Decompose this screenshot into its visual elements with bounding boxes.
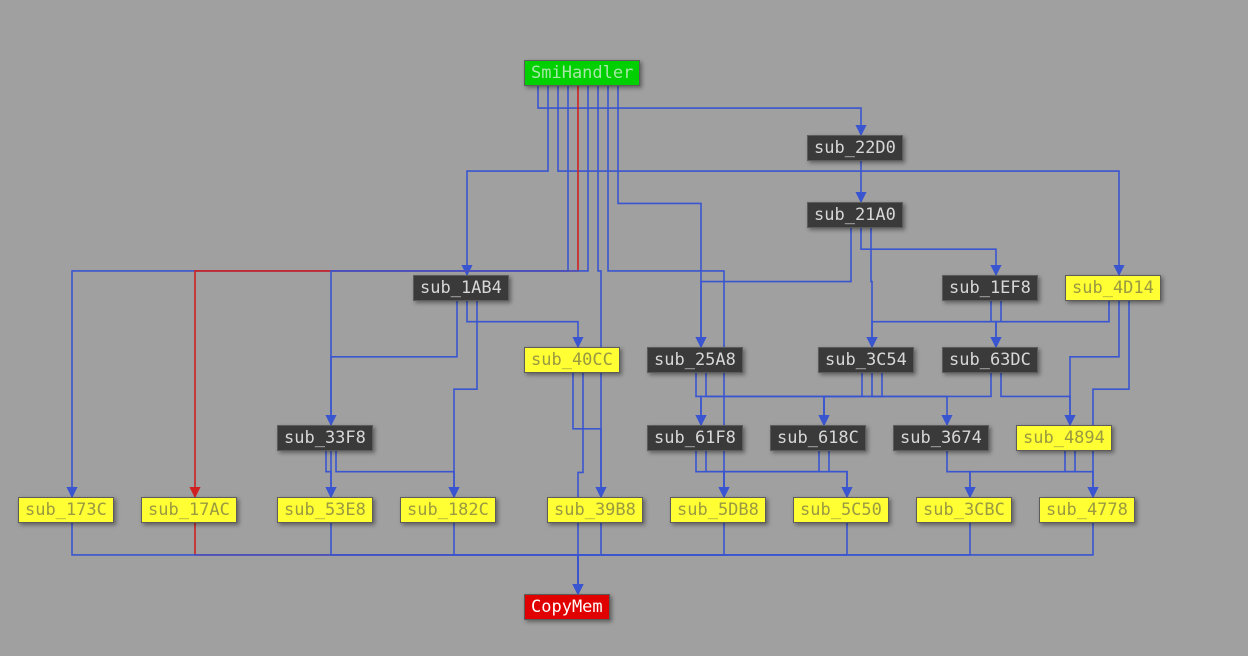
node-sub_3CBC[interactable]: sub_3CBC [916, 497, 1012, 523]
node-sub_4D14[interactable]: sub_4D14 [1065, 275, 1161, 301]
node-sub_21A0[interactable]: sub_21A0 [807, 202, 903, 228]
edge [872, 301, 1001, 347]
edge [467, 301, 578, 347]
node-sub_61F8[interactable]: sub_61F8 [647, 425, 743, 451]
node-CopyMem[interactable]: CopyMem [524, 594, 610, 620]
edge [336, 451, 454, 497]
node-SmiHandler[interactable]: SmiHandler [524, 60, 640, 86]
node-sub_3674[interactable]: sub_3674 [893, 425, 989, 451]
node-sub_173C[interactable]: sub_173C [18, 497, 114, 523]
node-sub_618C[interactable]: sub_618C [770, 425, 866, 451]
edge [829, 451, 847, 497]
edge [872, 373, 947, 425]
node-sub_40CC[interactable]: sub_40CC [524, 347, 620, 373]
edge [824, 373, 991, 425]
edge [947, 451, 970, 497]
node-sub_5C50[interactable]: sub_5C50 [793, 497, 889, 523]
edge [578, 523, 724, 594]
edge [72, 523, 578, 594]
edge [861, 228, 996, 275]
node-sub_4778[interactable]: sub_4778 [1039, 497, 1135, 523]
node-sub_1EF8[interactable]: sub_1EF8 [942, 275, 1038, 301]
node-sub_22D0[interactable]: sub_22D0 [807, 135, 903, 161]
edge [824, 373, 862, 425]
node-sub_17AC[interactable]: sub_17AC [141, 497, 237, 523]
edge [970, 451, 1075, 497]
edge [578, 523, 970, 594]
node-sub_39B8[interactable]: sub_39B8 [547, 497, 643, 523]
edge [195, 523, 578, 594]
edge [1093, 301, 1129, 497]
edge [195, 86, 578, 497]
node-sub_3C54[interactable]: sub_3C54 [818, 347, 914, 373]
edge [578, 523, 847, 594]
node-sub_25A8[interactable]: sub_25A8 [647, 347, 743, 373]
node-sub_4894[interactable]: sub_4894 [1016, 425, 1112, 451]
edge [578, 523, 601, 594]
node-sub_182C[interactable]: sub_182C [400, 497, 496, 523]
node-sub_5DB8[interactable]: sub_5DB8 [670, 497, 766, 523]
node-sub_53E8[interactable]: sub_53E8 [277, 497, 373, 523]
call-graph-edges [0, 0, 1248, 656]
edge [454, 523, 578, 594]
edge [331, 301, 457, 425]
edge [618, 86, 701, 347]
edge [467, 86, 548, 275]
edge [996, 301, 1109, 347]
edge [706, 451, 847, 497]
node-sub_33F8[interactable]: sub_33F8 [277, 425, 373, 451]
edge [1070, 301, 1119, 425]
edge [1001, 373, 1070, 425]
edge [724, 451, 819, 497]
edge [701, 373, 882, 425]
edge [558, 86, 1119, 275]
edge [1065, 451, 1093, 497]
edge [578, 523, 1093, 594]
edge [696, 451, 724, 497]
node-sub_1AB4[interactable]: sub_1AB4 [413, 275, 509, 301]
node-sub_63DC[interactable]: sub_63DC [942, 347, 1038, 373]
edge [538, 86, 861, 135]
